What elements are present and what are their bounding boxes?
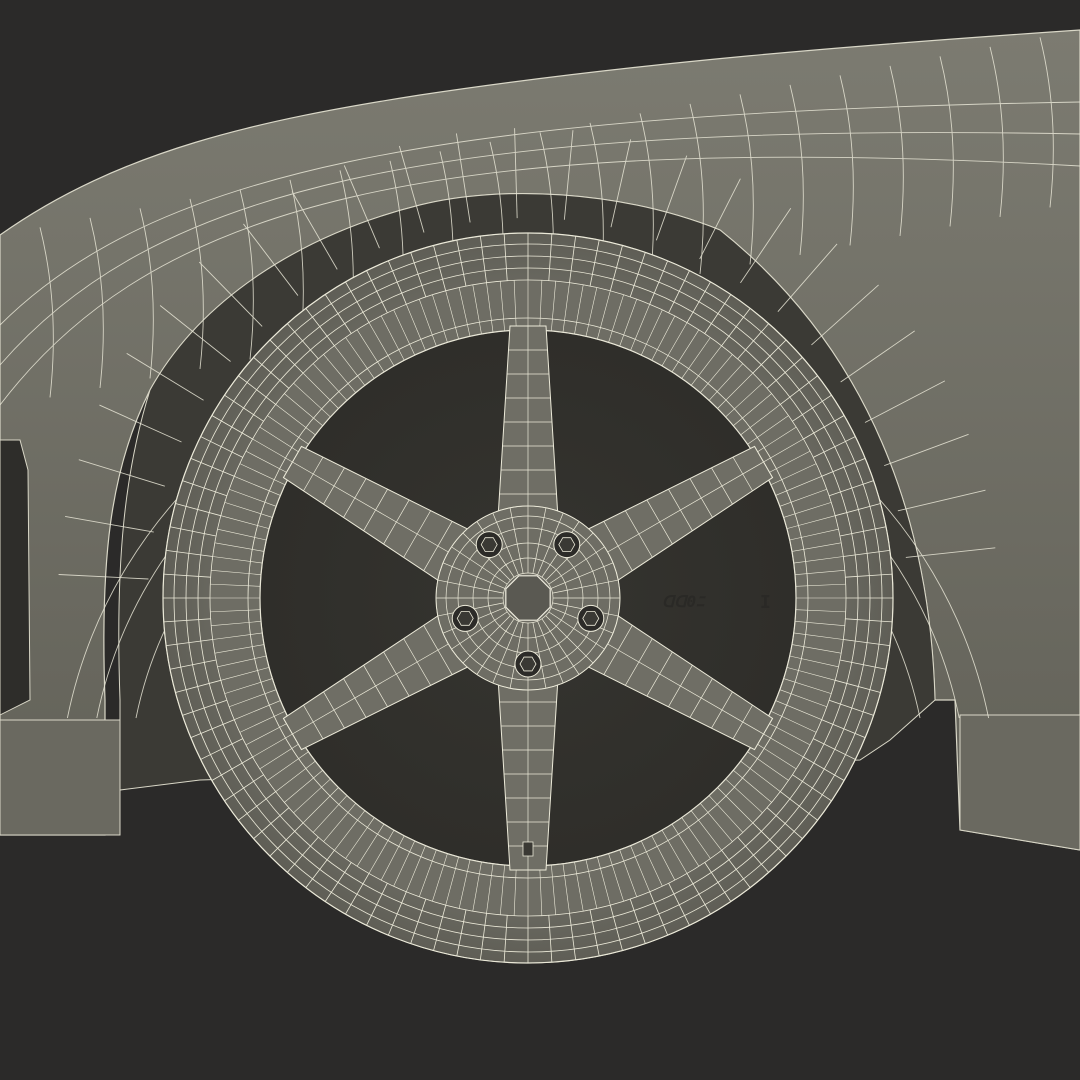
lug-nut-icon [475, 531, 503, 559]
lower-rocker [0, 719, 121, 836]
lug-nut-icon [451, 604, 479, 632]
valve-stem-icon [522, 841, 534, 857]
lug-nut-icon [553, 531, 581, 559]
render-canvas: ᗡᗡ0ﾆ I [0, 29, 1080, 964]
rim-marking-right: I [760, 592, 771, 613]
side-vent [0, 439, 31, 716]
lug-nut-icon [514, 650, 542, 678]
lug-nut-icon [577, 604, 605, 632]
wireframe-render-scene: ᗡᗡ0ﾆ I [0, 0, 1080, 1080]
rear-rocker [959, 714, 1080, 851]
center-cap-icon [505, 575, 551, 621]
wheel-hub [435, 505, 621, 691]
rim-marking-left: ᗡᗡ0ﾆ [662, 592, 706, 611]
